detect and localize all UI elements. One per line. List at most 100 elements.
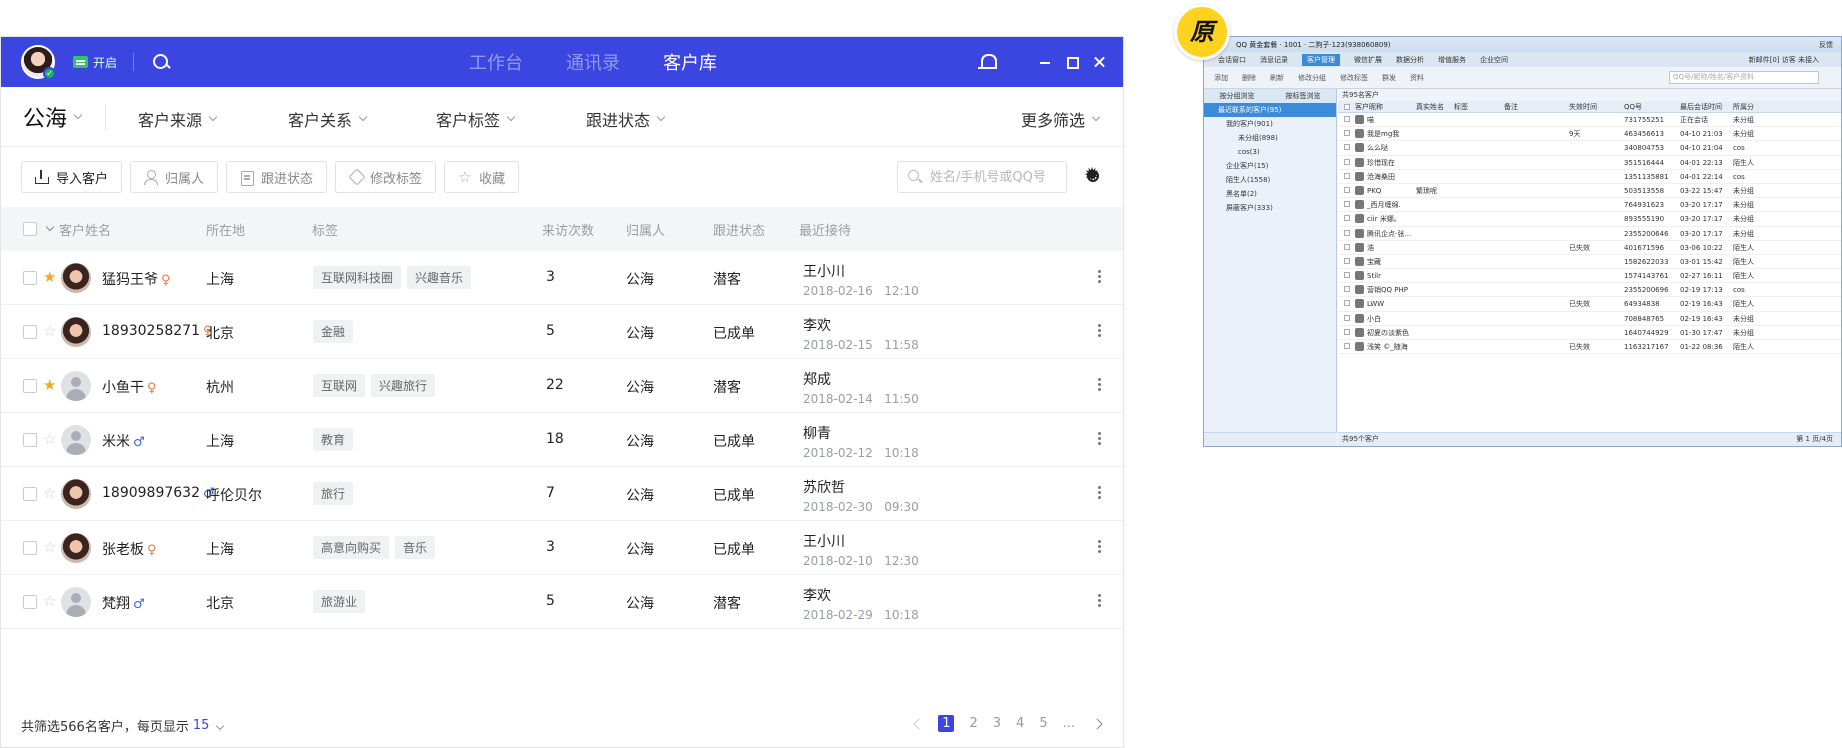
select-all-checkbox[interactable] [23, 222, 37, 236]
table-row[interactable]: ☆ 张老板 ♀ 上海 高意向购买 音乐 3 公海 已成单 王小川 2018-02-10… [1, 521, 1123, 575]
maximize-icon[interactable] [1066, 56, 1079, 69]
filter-relation[interactable]: 客户关系 [288, 107, 368, 131]
row-checkbox[interactable] [23, 487, 37, 501]
search-icon[interactable] [152, 53, 170, 71]
row-checkbox[interactable] [23, 379, 37, 393]
customer-name[interactable]: 18930258271 ♀ [102, 323, 213, 339]
table-row[interactable]: ☆ 梵翔 ♂ 北京 旅游业 5 公海 潜客 李欢 2018-02-29 10:18 [1, 575, 1123, 629]
favorite-button[interactable]: ☆ 收藏 [444, 161, 520, 193]
table-row[interactable]: ★ 猛犸王爷 ♀ 上海 互联网科技圈 兴趣音乐 3 公海 潜客 王小川 2018-02… [1, 251, 1123, 305]
filter-tag[interactable]: 客户标签 [436, 107, 516, 131]
more-icon[interactable] [1098, 269, 1101, 285]
original-tree-node: 企业客户(15) [1226, 162, 1269, 170]
visit-count: 3 [546, 539, 555, 555]
original-table-row: LWW 已失效 64934838 02-19 16:43 陌生人 [1338, 297, 1841, 312]
filter-follow-status[interactable]: 跟进状态 [586, 107, 666, 131]
edit-tag-button[interactable]: 修改标签 [335, 161, 437, 193]
last-reception: 苏欣哲 2018-02-30 09:30 [803, 477, 919, 514]
tag-icon [349, 170, 363, 184]
star-icon[interactable]: ☆ [43, 592, 56, 610]
tab-customer-library[interactable]: 客户库 [663, 49, 717, 75]
tag: 互联网科技圈 [313, 266, 402, 289]
original-cell: 么么哒 [1367, 144, 1388, 153]
row-checkbox[interactable] [23, 325, 37, 339]
filter-more[interactable]: 更多筛选 [1021, 107, 1101, 131]
button-label: 跟进状态 [261, 171, 314, 187]
filter-bar: 公海 客户来源 客户关系 客户标签 跟进状态 更多筛选 [1, 87, 1123, 147]
customer-search[interactable] [897, 161, 1067, 193]
more-icon[interactable] [1098, 539, 1101, 555]
assign-owner-button[interactable]: 归属人 [130, 161, 219, 193]
gear-icon[interactable] [1084, 164, 1101, 186]
user-avatar[interactable]: ✓ [21, 45, 56, 80]
star-icon[interactable]: ☆ [43, 538, 56, 556]
filter-source[interactable]: 客户来源 [138, 107, 218, 131]
original-table-row: _西月缠绵. 764931623 03-20 17:17 未分组 [1338, 198, 1841, 213]
star-icon[interactable]: ★ [43, 268, 56, 286]
pool-selector[interactable]: 公海 [23, 101, 83, 133]
follow-status-button[interactable]: 跟进状态 [226, 161, 328, 193]
customer-name[interactable]: 梵翔 ♂ [102, 593, 145, 613]
col-follow-status[interactable]: 跟进状态 [713, 220, 765, 239]
customer-name[interactable]: 18909897632 ♂ [102, 485, 215, 501]
follow-status: 潜客 [713, 380, 741, 396]
row-checkbox[interactable] [23, 595, 37, 609]
more-icon[interactable] [1098, 593, 1101, 609]
search-input[interactable] [930, 169, 1060, 185]
original-cell: 04-10 21:03 [1680, 130, 1723, 139]
col-name[interactable]: 客户姓名 [59, 220, 111, 239]
original-cell: 初夏の淡紫色 [1367, 328, 1409, 337]
filter-label: 客户来源 [138, 111, 203, 130]
service-status[interactable]: 开启 [73, 54, 117, 71]
close-icon[interactable] [1093, 56, 1105, 68]
original-cell: 340804753 [1624, 144, 1665, 153]
prev-page-icon[interactable] [913, 717, 925, 730]
page-number[interactable]: 5 [1039, 716, 1047, 731]
customer-name[interactable]: 猛犸王爷 ♀ [102, 269, 171, 289]
more-icon[interactable] [1098, 323, 1101, 339]
chevron-down-icon[interactable] [45, 222, 55, 232]
page-number[interactable]: 4 [1016, 716, 1024, 731]
table-row[interactable]: ☆ 米米 ♂ 上海 教育 18 公海 已成单 柳青 2018-02-12 10:18 [1, 413, 1123, 467]
page-number[interactable]: 2 [969, 716, 977, 731]
original-footer-left: 共95个客户 [1342, 435, 1379, 443]
import-icon [35, 170, 49, 184]
star-icon[interactable]: ★ [43, 376, 56, 394]
original-cell: 陌生人 [1733, 343, 1754, 351]
original-caption: 共95名客户 [1338, 89, 1841, 101]
next-page-icon[interactable] [1091, 717, 1103, 730]
more-icon[interactable] [1098, 485, 1101, 501]
visit-count: 5 [546, 323, 555, 339]
star-icon[interactable]: ☆ [43, 430, 56, 448]
col-last-reception[interactable]: 最近接待 [799, 220, 851, 239]
row-checkbox[interactable] [23, 541, 37, 555]
more-icon[interactable] [1098, 431, 1101, 447]
import-customer-button[interactable]: 导入客户 [21, 161, 123, 193]
customer-name[interactable]: 米米 ♂ [102, 431, 145, 451]
male-icon: ♂ [133, 435, 145, 450]
minimize-icon[interactable] [1039, 56, 1051, 68]
page-size-select[interactable]: 15 [193, 718, 225, 733]
row-checkbox[interactable] [23, 271, 37, 285]
table-row[interactable]: ★ 小鱼干 ♀ 杭州 互联网 兴趣旅行 22 公海 潜客 郑成 2018-02-14 … [1, 359, 1123, 413]
table-row[interactable]: ☆ 18930258271 ♀ 北京 金融 5 公海 已成单 李欢 2018-02-… [1, 305, 1123, 359]
star-icon[interactable]: ☆ [43, 322, 56, 340]
original-toolbar: 添加 删除 刷新 修改分组 修改标签 群发 资料 QQ号/昵称/姓名/客户资料 [1204, 67, 1841, 89]
tab-contacts[interactable]: 通讯录 [566, 49, 620, 75]
col-owner[interactable]: 归属人 [626, 220, 665, 239]
original-checkbox [1344, 186, 1350, 193]
more-icon[interactable] [1098, 377, 1101, 393]
star-icon[interactable]: ☆ [43, 484, 56, 502]
row-checkbox[interactable] [23, 433, 37, 447]
page-number[interactable]: 3 [993, 716, 1001, 731]
col-location[interactable]: 所在地 [206, 220, 245, 239]
table-row[interactable]: ☆ 18909897632 ♂ 呼伦贝尔 旅行 7 公海 已成单 苏欣哲 2018-… [1, 467, 1123, 521]
customer-name[interactable]: 小鱼干 ♀ [102, 377, 157, 397]
customer-name[interactable]: 张老板 ♀ [102, 539, 157, 559]
owner: 公海 [626, 326, 654, 342]
page-number[interactable]: 1 [938, 715, 955, 732]
tab-workbench[interactable]: 工作台 [469, 49, 523, 75]
col-visits[interactable]: 来访次数 [542, 220, 594, 239]
bell-icon[interactable] [978, 53, 997, 71]
col-tags[interactable]: 标签 [312, 220, 338, 239]
